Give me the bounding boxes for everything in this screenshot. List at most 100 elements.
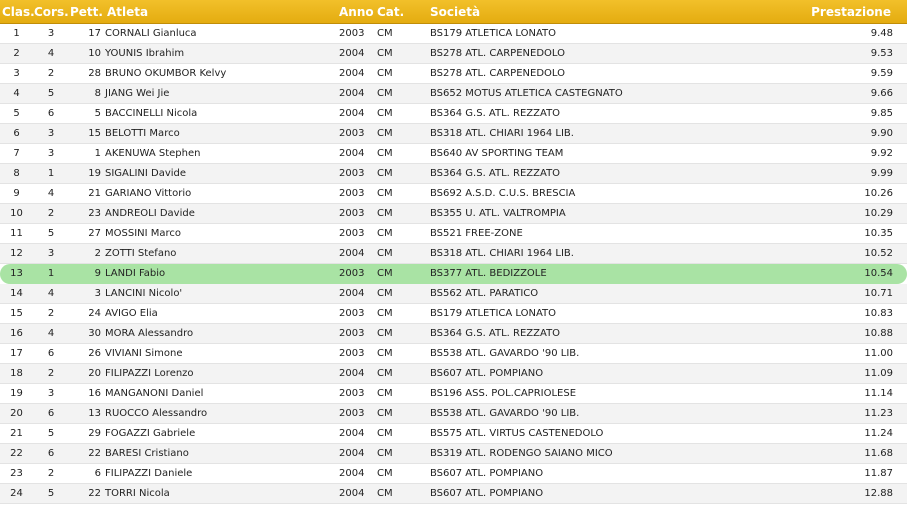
cell-atleta: AKENUWA Stephen <box>105 148 201 159</box>
table-row[interactable]: 3 2 28 BRUNO OKUMBOR Kelvy 2004 CM BS278 ATL. … <box>0 64 907 84</box>
table-row[interactable]: 7 3 1 AKENUWA Stephen 2004 CM BS640 AV SPORTIN… <box>0 144 907 164</box>
cell-societa: BS318 ATL. CHIARI 1964 LIB. <box>430 128 574 139</box>
cell-cat: CM <box>377 248 393 259</box>
cell-cat: CM <box>377 308 393 319</box>
cell-societa: BS179 ATLETICA LONATO <box>430 28 557 39</box>
cell-anno: 2003 <box>339 408 365 419</box>
cell-clas: 16 <box>10 328 23 339</box>
cell-pett: 16 <box>88 388 101 399</box>
cell-atleta: BARESI Cristiano <box>105 448 189 459</box>
cell-clas: 4 <box>13 88 20 99</box>
table-row[interactable]: 1 3 17 CORNALI Gianluca 2003 CM BS179 ATLETICA… <box>0 24 907 44</box>
table-row[interactable]: 17 6 26 VIVIANI Simone 2003 CM BS538 ATL. GAVA… <box>0 344 907 364</box>
cell-cat: CM <box>377 28 393 39</box>
cell-pett: 22 <box>88 488 101 499</box>
cell-prestazione: 10.88 <box>864 328 893 339</box>
cell-societa: BS364 G.S. ATL. REZZATO <box>430 328 561 339</box>
cell-prestazione: 9.48 <box>870 28 893 39</box>
cell-pett: 22 <box>88 448 101 459</box>
table-row[interactable]: 19 3 16 MANGANONI Daniel 2003 CM BS196 ASS. PO… <box>0 384 907 404</box>
header-cat[interactable]: Cat. <box>377 0 404 24</box>
cell-atleta: BRUNO OKUMBOR Kelvy <box>105 68 227 79</box>
table-row[interactable]: 12 3 2 ZOTTI Stefano 2004 CM BS318 ATL. CHIARI… <box>0 244 907 264</box>
table-row[interactable]: 23 2 6 FILIPAZZI Daniele 2004 CM BS607 ATL. PO… <box>0 464 907 484</box>
cell-atleta: VIVIANI Simone <box>105 348 183 359</box>
cell-pett: 8 <box>94 88 101 99</box>
table-row[interactable]: 14 4 3 LANCINI Nicolo' 2004 CM BS562 ATL. PARA… <box>0 284 907 304</box>
table-row[interactable]: 22 6 22 BARESI Cristiano 2004 CM BS319 ATL. RO… <box>0 444 907 464</box>
cell-atleta: YOUNIS Ibrahim <box>105 48 185 59</box>
header-clas[interactable]: Clas. <box>2 0 35 24</box>
header-atleta[interactable]: Atleta <box>107 0 148 24</box>
cell-clas: 19 <box>10 388 23 399</box>
cell-atleta: BELOTTI Marco <box>105 128 180 139</box>
cell-societa: BS692 A.S.D. C.U.S. BRESCIA <box>430 188 576 199</box>
cell-anno: 2003 <box>339 268 365 279</box>
table-row[interactable]: 18 2 20 FILIPAZZI Lorenzo 2004 CM BS607 ATL. P… <box>0 364 907 384</box>
cell-anno: 2003 <box>339 128 365 139</box>
cell-clas: 3 <box>13 68 20 79</box>
table-row[interactable]: 6 3 15 BELOTTI Marco 2003 CM BS318 ATL. CHIARI… <box>0 124 907 144</box>
cell-anno: 2003 <box>339 228 365 239</box>
table-row[interactable]: 11 5 27 MOSSINI Marco 2003 CM BS521 FREE-ZONE 1… <box>0 224 907 244</box>
cell-atleta: CORNALI Gianluca <box>105 28 197 39</box>
cell-cat: CM <box>377 88 393 99</box>
cell-cat: CM <box>377 228 393 239</box>
cell-cors: 6 <box>47 348 55 359</box>
cell-atleta: JIANG Wei Jie <box>105 88 170 99</box>
cell-anno: 2003 <box>339 28 365 39</box>
cell-cat: CM <box>377 268 393 279</box>
cell-pett: 2 <box>94 248 101 259</box>
table-row[interactable]: 4 5 8 JIANG Wei Jie 2004 CM BS652 MOTUS ATLETI… <box>0 84 907 104</box>
table-row[interactable]: 20 6 13 RUOCCO Alessandro 2003 CM BS538 ATL. G… <box>0 404 907 424</box>
cell-anno: 2003 <box>339 188 365 199</box>
table-row-highlighted[interactable]: 13 1 9 LANDI Fabio 2003 CM BS377 ATL. BEDIZZOL… <box>0 264 907 284</box>
header-prestazione[interactable]: Prestazione <box>811 0 891 24</box>
cell-cors: 3 <box>47 388 55 399</box>
cell-anno: 2003 <box>339 208 365 219</box>
cell-cat: CM <box>377 348 393 359</box>
header-societa[interactable]: Società <box>430 0 480 24</box>
cell-anno: 2004 <box>339 148 365 159</box>
cell-prestazione: 9.92 <box>870 148 893 159</box>
cell-prestazione: 9.66 <box>870 88 893 99</box>
cell-atleta: TORRI Nicola <box>105 488 170 499</box>
cell-atleta: LANCINI Nicolo' <box>105 288 183 299</box>
table-row[interactable]: 21 5 29 FOGAZZI Gabriele 2004 CM BS575 ATL. VI… <box>0 424 907 444</box>
cell-atleta: MANGANONI Daniel <box>105 388 204 399</box>
table-row[interactable]: 10 2 23 ANDREOLI Davide 2003 CM BS355 U. ATL. … <box>0 204 907 224</box>
cell-prestazione: 9.53 <box>870 48 893 59</box>
table-row[interactable]: 2 4 10 YOUNIS Ibrahim 2004 CM BS278 ATL. CARPE… <box>0 44 907 64</box>
cell-societa: BS562 ATL. PARATICO <box>430 288 539 299</box>
cell-societa: BS179 ATLETICA LONATO <box>430 308 557 319</box>
cell-cors: 5 <box>47 428 55 439</box>
cell-prestazione: 10.26 <box>864 188 893 199</box>
cell-anno: 2003 <box>339 328 365 339</box>
cell-clas: 13 <box>10 268 23 279</box>
table-row[interactable]: 24 5 22 TORRI Nicola 2004 CM BS607 ATL. POMPIA… <box>0 484 907 504</box>
cell-pett: 17 <box>88 28 101 39</box>
table-row[interactable]: 8 1 19 SIGALINI Davide 2003 CM BS364 G.S. ATL.… <box>0 164 907 184</box>
table-row[interactable]: 16 4 30 MORA Alessandro 2003 CM BS364 G.S. ATL… <box>0 324 907 344</box>
cell-anno: 2004 <box>339 288 365 299</box>
cell-atleta: GARIANO Vittorio <box>105 188 192 199</box>
cell-cors: 4 <box>47 48 55 59</box>
cell-clas: 24 <box>10 488 23 499</box>
cell-anno: 2004 <box>339 448 365 459</box>
cell-pett: 28 <box>88 68 101 79</box>
table-row[interactable]: 5 6 5 BACCINELLI Nicola 2004 CM BS364 G.S. ATL… <box>0 104 907 124</box>
header-cors[interactable]: Cors. <box>34 0 69 24</box>
table-row[interactable]: 15 2 24 AVIGO Elia 2003 CM BS179 ATLETICA LONA… <box>0 304 907 324</box>
cell-cors: 1 <box>47 268 55 279</box>
cell-clas: 12 <box>10 248 23 259</box>
cell-cors: 4 <box>47 288 55 299</box>
cell-cors: 2 <box>47 308 55 319</box>
header-anno[interactable]: Anno <box>339 0 374 24</box>
cell-prestazione: 11.68 <box>864 448 893 459</box>
cell-pett: 29 <box>88 428 101 439</box>
cell-prestazione: 11.00 <box>864 348 893 359</box>
cell-prestazione: 9.99 <box>870 168 893 179</box>
header-pett[interactable]: Pett. <box>70 0 103 24</box>
cell-prestazione: 11.14 <box>864 388 893 399</box>
table-row[interactable]: 9 4 21 GARIANO Vittorio 2003 CM BS692 A.S.D. C… <box>0 184 907 204</box>
